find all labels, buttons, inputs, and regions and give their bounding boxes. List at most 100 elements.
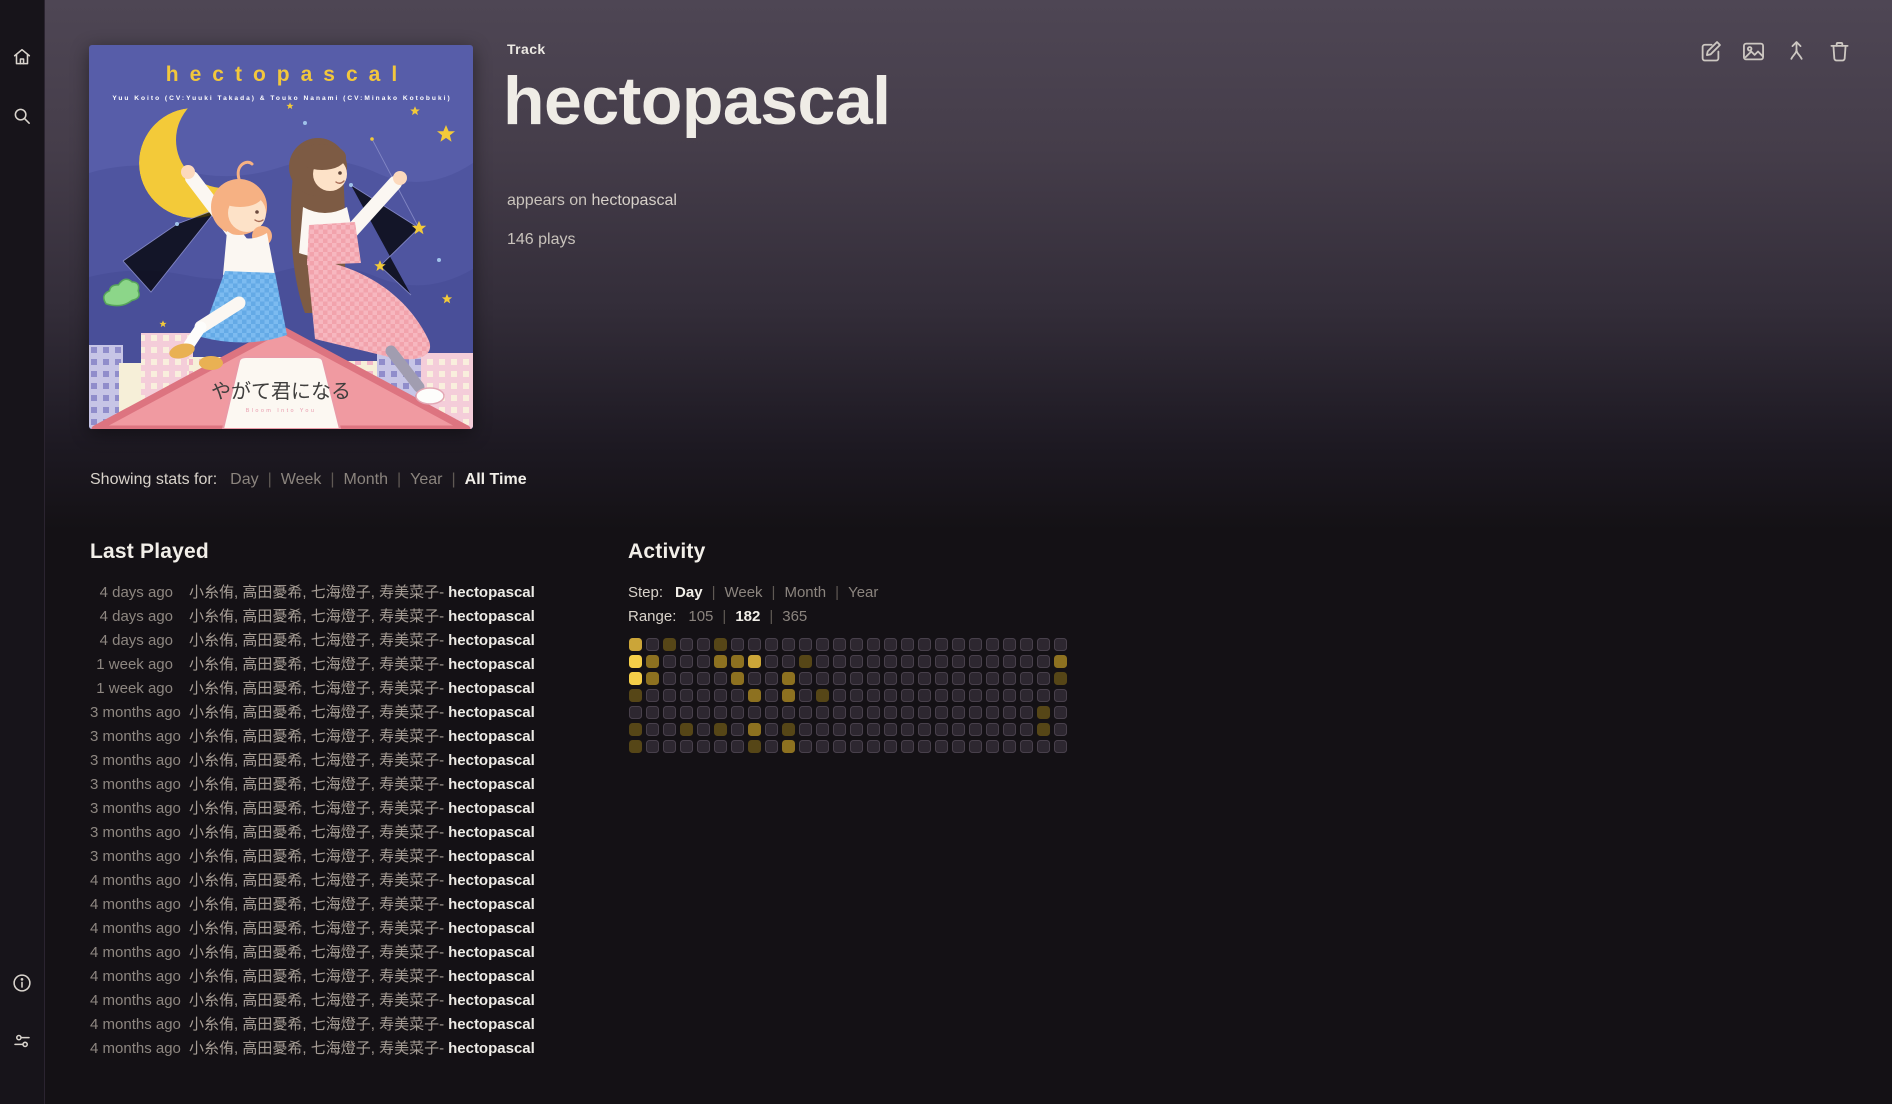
- artist-link[interactable]: 小糸侑: [189, 872, 234, 889]
- artist-link[interactable]: 高田憂希: [242, 920, 302, 937]
- delete-button[interactable]: [1826, 38, 1853, 65]
- artist-link[interactable]: 高田憂希: [242, 632, 302, 649]
- artist-link[interactable]: 小糸侑: [189, 968, 234, 985]
- stats-filter-option-year[interactable]: Year: [410, 471, 442, 488]
- artist-link[interactable]: 七海燈子: [311, 896, 371, 913]
- artist-link[interactable]: 小糸侑: [189, 848, 234, 865]
- track-link[interactable]: hectopascal: [448, 797, 535, 821]
- artist-link[interactable]: 高田憂希: [242, 752, 302, 769]
- artist-link[interactable]: 高田憂希: [242, 896, 302, 913]
- step-option-year[interactable]: Year: [848, 584, 878, 601]
- artist-link[interactable]: 高田憂希: [242, 848, 302, 865]
- stats-filter-option-week[interactable]: Week: [281, 471, 322, 488]
- artist-link[interactable]: 小糸侑: [189, 656, 234, 673]
- artist-link[interactable]: 小糸侑: [189, 992, 234, 1009]
- track-link[interactable]: hectopascal: [448, 1037, 535, 1061]
- track-link[interactable]: hectopascal: [448, 845, 535, 869]
- artist-link[interactable]: 寿美菜子: [379, 1016, 439, 1033]
- artist-link[interactable]: 小糸侑: [189, 1040, 234, 1057]
- artist-link[interactable]: 寿美菜子: [379, 968, 439, 985]
- artist-link[interactable]: 寿美菜子: [379, 632, 439, 649]
- artist-link[interactable]: 高田憂希: [242, 728, 302, 745]
- artist-link[interactable]: 寿美菜子: [379, 680, 439, 697]
- track-link[interactable]: hectopascal: [448, 989, 535, 1013]
- artist-link[interactable]: 小糸侑: [189, 944, 234, 961]
- artist-link[interactable]: 高田憂希: [242, 968, 302, 985]
- artist-link[interactable]: 小糸侑: [189, 704, 234, 721]
- artist-link[interactable]: 寿美菜子: [379, 944, 439, 961]
- artist-link[interactable]: 小糸侑: [189, 800, 234, 817]
- artist-link[interactable]: 七海燈子: [311, 680, 371, 697]
- artist-link[interactable]: 高田憂希: [242, 872, 302, 889]
- artist-link[interactable]: 寿美菜子: [379, 920, 439, 937]
- stats-filter-option-day[interactable]: Day: [230, 471, 258, 488]
- artist-link[interactable]: 七海燈子: [311, 920, 371, 937]
- artist-link[interactable]: 小糸侑: [189, 680, 234, 697]
- track-link[interactable]: hectopascal: [448, 821, 535, 845]
- artist-link[interactable]: 小糸侑: [189, 728, 234, 745]
- track-link[interactable]: hectopascal: [448, 869, 535, 893]
- artist-link[interactable]: 高田憂希: [242, 1040, 302, 1057]
- album-link[interactable]: hectopascal: [592, 192, 677, 209]
- step-option-week[interactable]: Week: [724, 584, 762, 601]
- album-art[interactable]: hectopascal Yuu Koito (CV:Yuuki Takada) …: [89, 45, 473, 429]
- sidebar-home-button[interactable]: [11, 46, 33, 68]
- track-link[interactable]: hectopascal: [448, 893, 535, 917]
- artist-link[interactable]: 高田憂希: [242, 656, 302, 673]
- artist-link[interactable]: 七海燈子: [311, 656, 371, 673]
- sidebar-info-button[interactable]: [11, 972, 33, 994]
- artist-link[interactable]: 寿美菜子: [379, 704, 439, 721]
- artist-link[interactable]: 寿美菜子: [379, 776, 439, 793]
- artist-link[interactable]: 高田憂希: [242, 1016, 302, 1033]
- track-link[interactable]: hectopascal: [448, 941, 535, 965]
- track-link[interactable]: hectopascal: [448, 773, 535, 797]
- track-link[interactable]: hectopascal: [448, 749, 535, 773]
- step-option-month[interactable]: Month: [784, 584, 826, 601]
- artist-link[interactable]: 寿美菜子: [379, 608, 439, 625]
- artist-link[interactable]: 七海燈子: [311, 608, 371, 625]
- artist-link[interactable]: 寿美菜子: [379, 752, 439, 769]
- stats-filter-option-month[interactable]: Month: [344, 471, 388, 488]
- artist-link[interactable]: 高田憂希: [242, 800, 302, 817]
- merge-button[interactable]: [1783, 38, 1810, 65]
- artist-link[interactable]: 寿美菜子: [379, 656, 439, 673]
- artist-link[interactable]: 小糸侑: [189, 896, 234, 913]
- range-option-105[interactable]: 105: [688, 608, 713, 625]
- sidebar-settings-button[interactable]: [11, 1030, 33, 1052]
- artist-link[interactable]: 寿美菜子: [379, 848, 439, 865]
- artist-link[interactable]: 七海燈子: [311, 704, 371, 721]
- artist-link[interactable]: 寿美菜子: [379, 1040, 439, 1057]
- change-image-button[interactable]: [1740, 38, 1767, 65]
- artist-link[interactable]: 寿美菜子: [379, 896, 439, 913]
- artist-link[interactable]: 七海燈子: [311, 824, 371, 841]
- track-link[interactable]: hectopascal: [448, 1013, 535, 1037]
- artist-link[interactable]: 小糸侑: [189, 920, 234, 937]
- artist-link[interactable]: 七海燈子: [311, 1016, 371, 1033]
- artist-link[interactable]: 七海燈子: [311, 968, 371, 985]
- artist-link[interactable]: 小糸侑: [189, 824, 234, 841]
- edit-button[interactable]: [1697, 38, 1724, 65]
- artist-link[interactable]: 七海燈子: [311, 632, 371, 649]
- track-link[interactable]: hectopascal: [448, 629, 535, 653]
- track-link[interactable]: hectopascal: [448, 605, 535, 629]
- range-option-365[interactable]: 365: [782, 608, 807, 625]
- artist-link[interactable]: 寿美菜子: [379, 872, 439, 889]
- artist-link[interactable]: 七海燈子: [311, 992, 371, 1009]
- track-link[interactable]: hectopascal: [448, 581, 535, 605]
- artist-link[interactable]: 高田憂希: [242, 608, 302, 625]
- range-option-182[interactable]: 182: [735, 608, 760, 625]
- artist-link[interactable]: 七海燈子: [311, 1040, 371, 1057]
- artist-link[interactable]: 高田憂希: [242, 824, 302, 841]
- artist-link[interactable]: 七海燈子: [311, 728, 371, 745]
- artist-link[interactable]: 寿美菜子: [379, 728, 439, 745]
- track-link[interactable]: hectopascal: [448, 653, 535, 677]
- stats-filter-option-all-time[interactable]: All Time: [465, 471, 527, 488]
- artist-link[interactable]: 寿美菜子: [379, 584, 439, 601]
- artist-link[interactable]: 高田憂希: [242, 944, 302, 961]
- sidebar-search-button[interactable]: [11, 105, 33, 127]
- artist-link[interactable]: 小糸侑: [189, 752, 234, 769]
- artist-link[interactable]: 小糸侑: [189, 584, 234, 601]
- track-link[interactable]: hectopascal: [448, 701, 535, 725]
- artist-link[interactable]: 七海燈子: [311, 944, 371, 961]
- artist-link[interactable]: 小糸侑: [189, 608, 234, 625]
